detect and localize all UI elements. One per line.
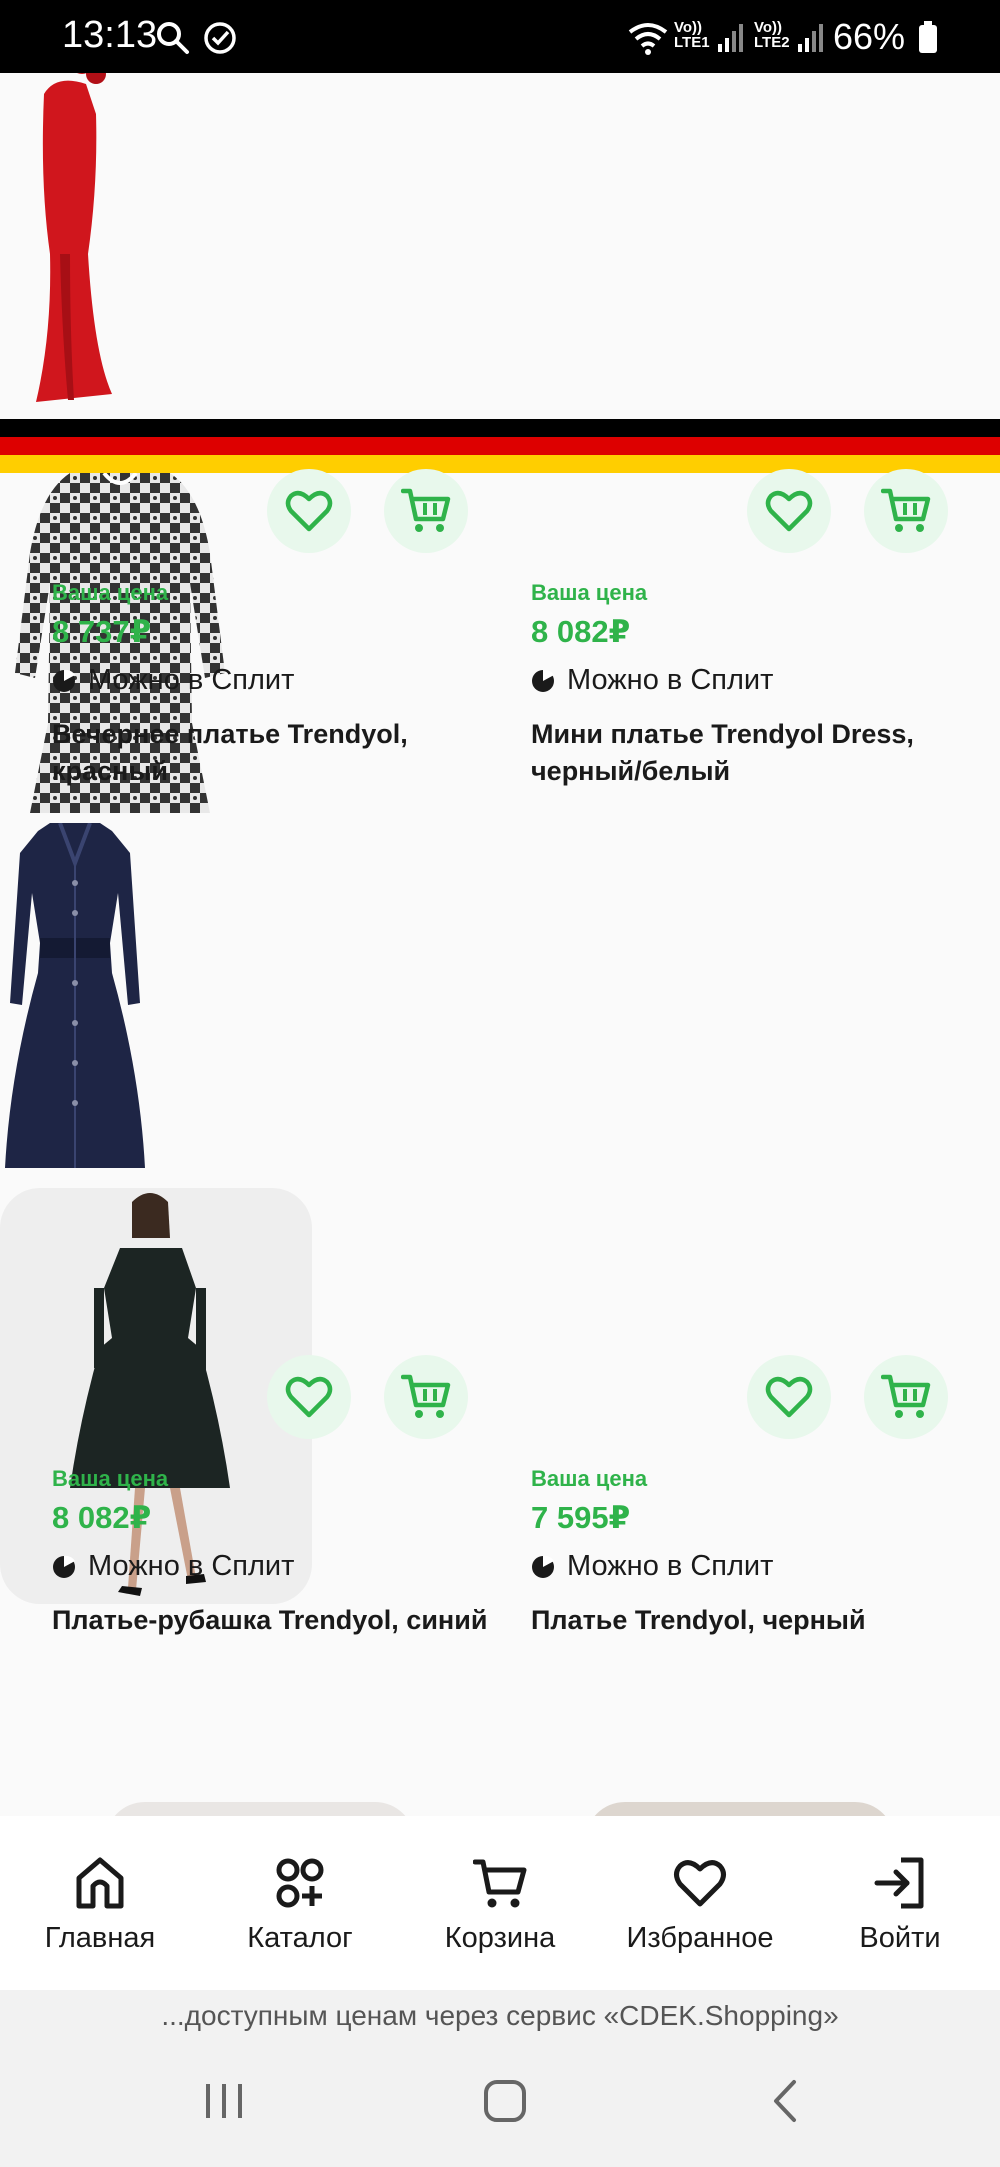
nav-label: Войти xyxy=(859,1922,941,1954)
cart-icon xyxy=(401,1374,451,1418)
split-label: Можно в Сплит xyxy=(88,664,295,696)
battery-level: 66% xyxy=(833,16,906,57)
system-navigation-bar xyxy=(0,2042,1000,2167)
heart-icon xyxy=(285,1376,333,1418)
price: 7 595₽ xyxy=(531,1500,631,1535)
product-title[interactable]: Вечернее платье Trendyol, красный xyxy=(52,716,492,790)
heart-icon xyxy=(674,1860,726,1907)
nav-favorites[interactable]: Избранное xyxy=(600,1816,800,1990)
split-label: Можно в Сплит xyxy=(567,664,774,696)
price: 8 082₽ xyxy=(531,614,631,649)
favorite-button[interactable] xyxy=(747,469,831,553)
product-title[interactable]: Мини платье Trendyol Dress, черный/белый xyxy=(531,716,971,790)
add-to-cart-button[interactable] xyxy=(864,1355,948,1439)
sim2-indicator: Vo)) LTE2 xyxy=(754,19,790,51)
split-payment-badge: Можно в Сплит xyxy=(52,664,294,697)
split-payment-badge: Можно в Сплит xyxy=(531,664,773,697)
add-to-cart-button[interactable] xyxy=(384,1355,468,1439)
search-icon xyxy=(157,22,189,54)
price: 8 082₽ xyxy=(52,1500,152,1535)
cart-icon xyxy=(401,488,451,532)
sim1-indicator: Vo)) LTE1 xyxy=(674,19,710,51)
product-image-red-dress[interactable] xyxy=(0,50,140,414)
recent-apps-button[interactable] xyxy=(202,2076,246,2126)
split-icon xyxy=(532,1555,554,1578)
germany-flag-icon xyxy=(0,419,1000,473)
split-icon xyxy=(53,1555,75,1578)
favorite-button[interactable] xyxy=(267,1355,351,1439)
cart-icon xyxy=(881,1374,931,1418)
nav-label: Каталог xyxy=(247,1922,353,1954)
add-to-cart-button[interactable] xyxy=(864,469,948,553)
cart-icon xyxy=(881,488,931,532)
clock: 13:13 xyxy=(62,14,158,56)
nav-label: Избранное xyxy=(626,1922,774,1954)
promo-banner[interactable]: ...доступным ценам через сервис «CDEK.Sh… xyxy=(0,1990,1000,2042)
split-label: Можно в Сплит xyxy=(88,1550,295,1582)
home-icon xyxy=(76,1857,124,1909)
add-to-cart-button[interactable] xyxy=(384,469,468,553)
price-label: Ваша цена xyxy=(52,580,169,605)
wifi-icon xyxy=(628,23,668,55)
nav-catalog[interactable]: Каталог xyxy=(200,1816,400,1990)
price: 8 737₽ xyxy=(52,614,152,649)
split-payment-badge: Можно в Сплит xyxy=(531,1550,773,1583)
price-label: Ваша цена xyxy=(52,1466,169,1491)
product-title[interactable]: Платье Trendyol, черный xyxy=(531,1602,971,1639)
status-bar: 13:13 Vo)) LTE1 Vo)) LTE2 66% xyxy=(0,0,1000,73)
split-payment-badge: Можно в Сплит xyxy=(52,1550,294,1583)
heart-icon xyxy=(765,1376,813,1418)
product-image-black-dress-model[interactable] xyxy=(0,1188,312,1604)
product-card[interactable]: Ваша цена 8 082₽ Можно в Сплит Платье-ру… xyxy=(0,822,1000,1635)
product-card[interactable]: Ваша цена 7 595₽ Можно в Сплит Платье Tr… xyxy=(0,1188,1000,1635)
split-icon xyxy=(532,669,554,692)
split-label: Можно в Сплит xyxy=(567,1550,774,1582)
price-label: Ваша цена xyxy=(531,580,648,605)
back-button[interactable] xyxy=(768,2076,804,2126)
split-icon xyxy=(53,669,75,692)
catalog-icon xyxy=(276,1858,324,1908)
nav-label: Главная xyxy=(44,1922,156,1954)
heart-icon xyxy=(285,490,333,532)
price-label: Ваша цена xyxy=(531,1466,648,1491)
nav-home[interactable]: Главная xyxy=(0,1816,200,1990)
heart-icon xyxy=(765,490,813,532)
favorite-button[interactable] xyxy=(747,1355,831,1439)
product-title[interactable]: Платье-рубашка Trendyol, синий xyxy=(52,1602,492,1639)
nav-login[interactable]: Войти xyxy=(800,1816,1000,1990)
check-circle-icon xyxy=(204,22,236,54)
login-icon xyxy=(874,1857,924,1909)
nav-label: Корзина xyxy=(444,1922,556,1954)
bottom-navigation: Главная Каталог Корзина Избранное Войти xyxy=(0,1816,1000,1990)
favorite-button[interactable] xyxy=(267,469,351,553)
home-button[interactable] xyxy=(480,2076,530,2126)
battery-icon xyxy=(919,21,937,53)
signal-icon xyxy=(798,24,823,52)
product-image-denim-dress[interactable] xyxy=(0,822,150,1183)
cart-icon xyxy=(473,1859,527,1908)
signal-icon xyxy=(718,24,743,52)
nav-cart[interactable]: Корзина xyxy=(400,1816,600,1990)
